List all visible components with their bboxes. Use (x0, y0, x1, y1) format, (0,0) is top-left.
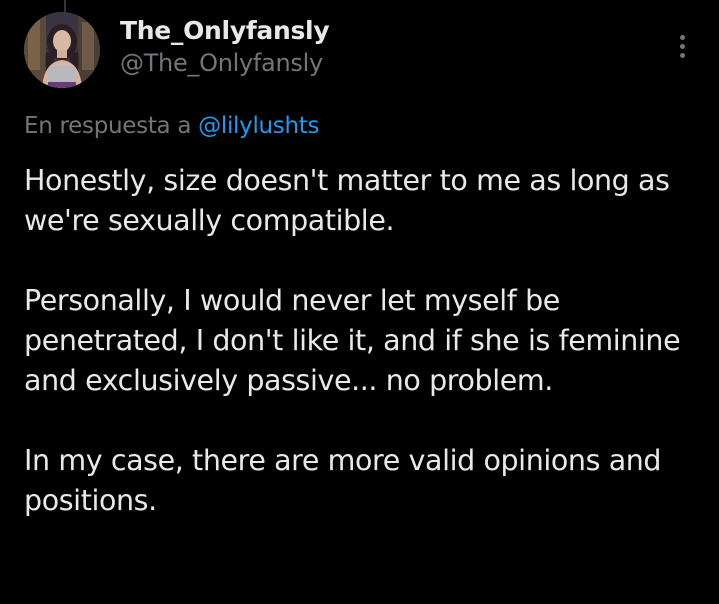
more-options-button[interactable] (664, 26, 700, 66)
author-handle[interactable]: @The_Onlyfansly (120, 47, 329, 79)
author-display-name[interactable]: The_Onlyfansly (120, 15, 330, 47)
tweet-paragraph: Personally, I would never let myself be … (24, 284, 681, 397)
tweet-text: Honestly, size doesn't matter to me as l… (24, 161, 704, 521)
avatar-image (24, 12, 100, 88)
avatar[interactable] (24, 12, 100, 88)
more-options-icon-dot-2 (679, 43, 685, 49)
reply-context: En respuesta a @lilylushts (24, 110, 319, 142)
tweet-paragraph: In my case, there are more valid opinion… (24, 444, 662, 517)
reply-prefix: En respuesta a (24, 113, 192, 139)
author-info[interactable]: The_Onlyfansly @The_Onlyfansly (120, 15, 330, 79)
more-options-icon (679, 34, 685, 40)
tweet-paragraph: Honestly, size doesn't matter to me as l… (24, 164, 670, 237)
more-options-icon-dot-3 (679, 52, 685, 58)
reply-mention-link[interactable]: @lilylushts (198, 113, 319, 139)
